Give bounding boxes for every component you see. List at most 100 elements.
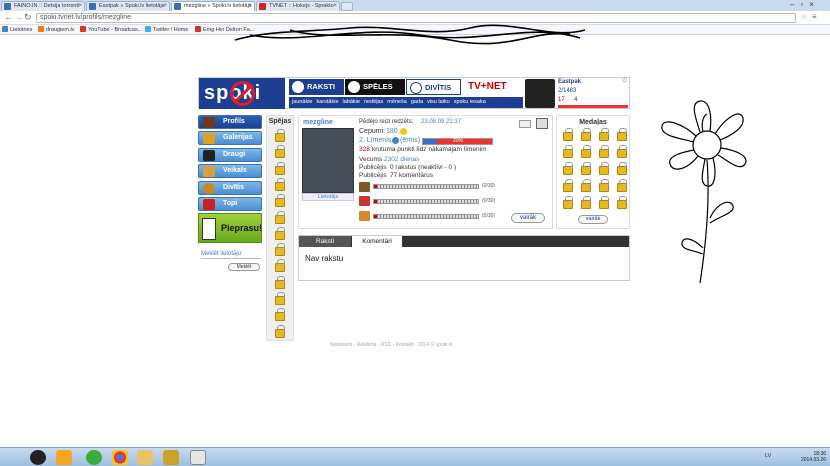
locked-ability-icon (275, 324, 285, 338)
forward-icon[interactable]: → (14, 12, 23, 22)
profile-username: mezgline (303, 119, 333, 126)
sidebar-item-draugi[interactable]: Draugi (198, 148, 262, 162)
sidebar-item-galerijas[interactable]: Galerijas (198, 131, 262, 145)
chrome-icon[interactable] (112, 450, 128, 465)
bookmark-item[interactable]: YouTube - Broadcas... (80, 26, 142, 34)
site-header: spoki RAKSTI SPĒLES DIVĪTIS TV+NET jaunā… (198, 77, 630, 109)
star-icon[interactable]: ☆ (800, 12, 807, 21)
reload-icon[interactable]: ↻ (24, 12, 32, 23)
game-progress-bar (373, 184, 479, 189)
subnav-item[interactable]: gada (411, 99, 423, 105)
menu-icon[interactable]: ≡ (812, 12, 817, 21)
favicon-icon (4, 3, 11, 10)
tab-komentari[interactable]: Komentāri (352, 236, 402, 247)
subnav-item[interactable]: karstākie (317, 99, 339, 105)
nav-raksti[interactable]: RAKSTI (289, 79, 344, 95)
site-logo[interactable]: spoki (199, 78, 285, 109)
browser-tab-bar: FAINO.IN :: Detsija torrenti × Eastpak » … (0, 0, 830, 11)
locked-ability-icon (275, 161, 285, 175)
game-progress-value: (0/30) (482, 213, 496, 219)
close-icon[interactable]: × (78, 2, 82, 11)
favicon-icon (174, 3, 181, 10)
subnav-item[interactable]: visu laiku (427, 99, 450, 105)
locked-ability-icon (275, 145, 285, 159)
profile-more-button[interactable]: vairāk (511, 213, 545, 223)
browser-tab[interactable]: TVNET :: Hokejs - Sprakto × (256, 1, 340, 11)
new-tab-button[interactable] (341, 2, 353, 11)
subnav-item[interactable]: spoku iesaka (454, 99, 486, 105)
user-type-link[interactable]: Lietotājs (302, 193, 354, 201)
age-value: 2302 dienas (384, 156, 420, 163)
system-clock[interactable]: 18:36 2014.03.26 (801, 451, 826, 463)
tab-label: TVNET :: Hokejs - Sprakto (269, 3, 334, 9)
tab-label: FAINO.IN :: Detsija torrenti (14, 3, 80, 9)
medals-more-button[interactable]: vairāk (578, 215, 608, 224)
sub-navigation: jaunākie karstākie labākie nedēļas mēneša gad… (289, 97, 523, 108)
game-avatar-icon (359, 211, 370, 221)
utorrent-icon[interactable] (86, 450, 102, 465)
locked-medal-icon (617, 128, 627, 141)
cepumi-value: 180 (386, 128, 398, 135)
game-avatar-icon (359, 182, 370, 192)
locked-medal-icon (617, 145, 627, 158)
sidebar-item-veikals[interactable]: Veikals (198, 164, 262, 178)
subnav-item[interactable]: labākie (343, 99, 360, 105)
sidebar-item-profils[interactable]: Profils (198, 115, 262, 129)
start-icon[interactable] (30, 450, 46, 465)
close-icon[interactable]: × (163, 2, 167, 11)
user-avatar[interactable] (525, 79, 555, 108)
locked-medal-icon (617, 196, 627, 209)
nav-divitis[interactable]: DIVĪTIS (406, 79, 461, 95)
favicon-icon (89, 3, 96, 10)
sidebar-label: Veikals (223, 167, 247, 174)
age-label: Vecums (359, 156, 383, 163)
window-controls[interactable]: –▫× (790, 0, 830, 10)
sidebar-item-topi[interactable]: Topi (198, 197, 262, 211)
power-icon[interactable]: ⏻ (622, 78, 627, 85)
pieprasu-button[interactable]: Pieprasu! (198, 213, 262, 243)
bookmark-item[interactable]: Lietotnes (2, 26, 32, 34)
bookmark-label: Lietotnes (10, 27, 33, 33)
nav-label: TV+NET (468, 81, 507, 92)
abilities-title: Spējas (268, 118, 292, 125)
subnav-item[interactable]: mēneša (387, 99, 407, 105)
coin-icon (203, 183, 215, 194)
game-progress-value: (0/30) (482, 183, 496, 189)
bookmark-item[interactable]: draugiem.lv (38, 26, 74, 34)
cepumi-label: Cepumi: (359, 128, 386, 135)
user-name[interactable]: Eastpak (558, 79, 581, 85)
folder-icon[interactable] (137, 450, 153, 465)
close-icon[interactable]: × (248, 2, 252, 11)
locked-ability-icon (275, 210, 285, 224)
gallery-icon (203, 133, 215, 144)
game-progress-bar (373, 199, 479, 204)
browser-tab[interactable]: FAINO.IN :: Detsija torrenti × (1, 1, 85, 11)
bookmark-item[interactable]: Twitter / Home (145, 26, 188, 34)
sidebar-item-divitis[interactable]: Divītis (198, 181, 262, 195)
subnav-item[interactable]: jaunākie (292, 99, 313, 105)
locked-ability-icon (275, 259, 285, 273)
media-player-icon[interactable] (56, 450, 72, 465)
subnav-item[interactable]: nedēļas (364, 99, 383, 105)
tab-label: Eastpak » Spoki.lv lietotājs (99, 3, 165, 9)
tab-raksti[interactable]: Raksti (299, 236, 351, 247)
cookie-icon (400, 128, 407, 135)
app-icon[interactable] (163, 450, 179, 465)
badge-icon (536, 118, 548, 129)
level-name: (ērms) (400, 137, 421, 144)
nav-speles[interactable]: SPĒLES (345, 79, 405, 95)
user-search-input[interactable] (201, 258, 261, 259)
envelope-icon[interactable] (519, 120, 531, 128)
nav-tvnet[interactable]: TV+NET (462, 79, 522, 95)
search-button[interactable]: Meklēt (228, 263, 260, 271)
close-icon[interactable]: × (333, 2, 337, 11)
friends-icon (203, 150, 215, 161)
browser-tab[interactable]: Eastpak » Spoki.lv lietotājs × (86, 1, 170, 11)
browser-tab-active[interactable]: mezgline » Spoki.lv lietotājs × (171, 1, 255, 11)
locked-ability-icon (275, 177, 285, 191)
locked-medal-icon (581, 162, 591, 175)
paint-icon[interactable] (190, 450, 206, 465)
locked-medal-icon (599, 196, 609, 209)
back-icon[interactable]: ← (4, 12, 13, 22)
language-indicator[interactable]: LV (765, 453, 771, 459)
